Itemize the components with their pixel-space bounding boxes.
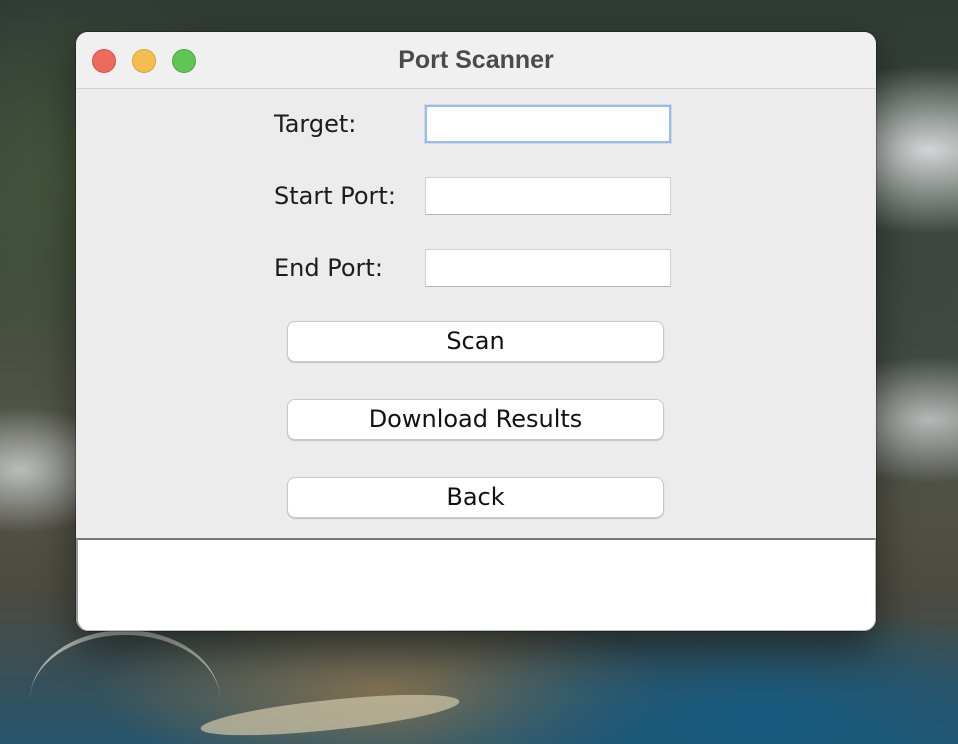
start-port-label: Start Port: xyxy=(274,182,396,210)
back-button[interactable]: Back xyxy=(287,477,664,518)
target-label: Target: xyxy=(274,110,357,138)
download-results-button[interactable]: Download Results xyxy=(287,399,664,440)
start-port-input[interactable] xyxy=(425,177,671,215)
port-scanner-window: Port Scanner Target: Start Port: End Por… xyxy=(76,32,876,631)
wallpaper-beach xyxy=(199,686,461,744)
window-title: Port Scanner xyxy=(398,46,554,74)
title-bar[interactable]: Port Scanner xyxy=(76,32,876,89)
wallpaper-bridge xyxy=(30,630,220,705)
scan-button[interactable]: Scan xyxy=(287,321,664,362)
results-output-area[interactable] xyxy=(76,538,876,631)
end-port-label: End Port: xyxy=(274,254,383,282)
target-input[interactable] xyxy=(425,105,671,143)
end-port-input[interactable] xyxy=(425,249,671,287)
